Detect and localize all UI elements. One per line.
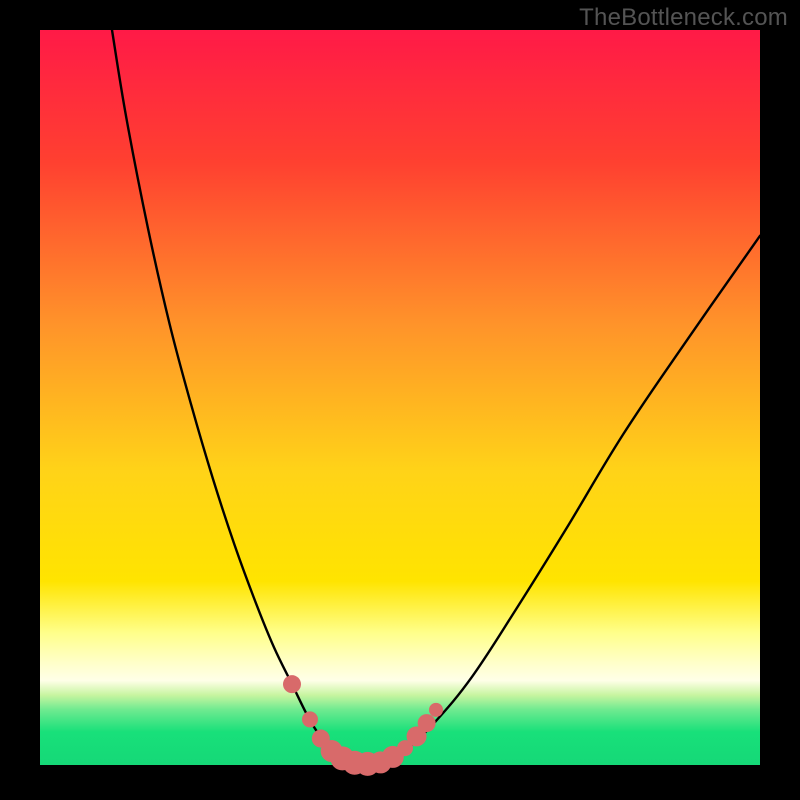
chart-frame: { "watermark": "TheBottleneck.com", "col… [0,0,800,800]
plot-background [40,30,760,765]
curve-marker [302,711,318,727]
watermark-text: TheBottleneck.com [579,4,788,32]
curve-marker [429,703,443,717]
curve-marker [418,714,436,732]
chart-svg [0,0,800,800]
curve-marker [283,675,301,693]
